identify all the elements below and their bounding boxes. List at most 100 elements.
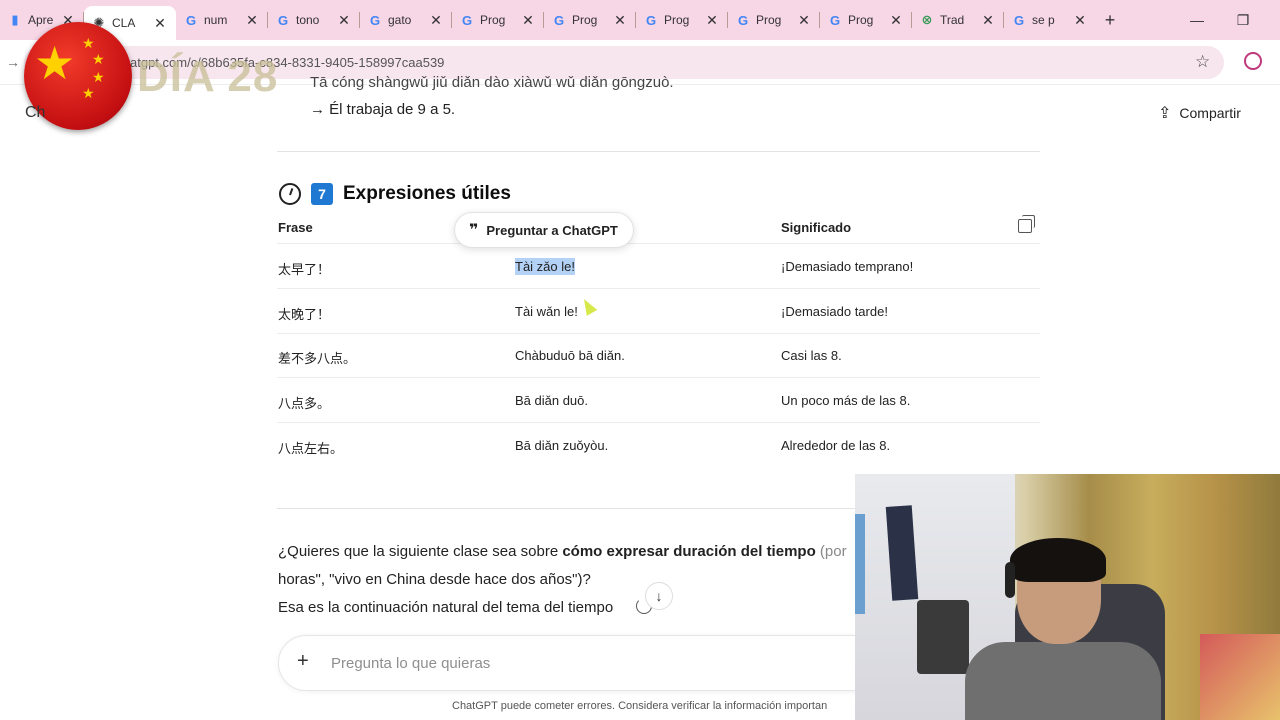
- webcam-overlay: [855, 474, 1280, 720]
- number-badge: 7: [311, 183, 333, 205]
- translate-icon: ⊗: [921, 12, 933, 27]
- followup-line-2: horas", "vivo en China desde hace dos añ…: [278, 571, 591, 588]
- profile-icon[interactable]: [1244, 52, 1262, 70]
- header-phrase: Frase: [278, 220, 313, 235]
- day-label: DÍA 28: [137, 52, 279, 101]
- close-icon[interactable]: ✕: [980, 12, 996, 29]
- close-icon[interactable]: ✕: [796, 12, 812, 29]
- quote-icon: ❞: [469, 222, 479, 239]
- table-cell-pinyin: Tài wǎn le!: [515, 304, 578, 319]
- ask-chatgpt-button[interactable]: ❞ Preguntar a ChatGPT: [454, 212, 634, 248]
- section-title: Expresiones útiles: [343, 183, 511, 204]
- tab-10[interactable]: ⊗ Trad ✕: [912, 0, 1004, 40]
- previous-translation: → Él trabaja de 9 a 5.: [310, 101, 456, 118]
- table-cell-meaning: Alrededor de las 8.: [781, 438, 891, 453]
- person-body: [965, 642, 1161, 720]
- disclaimer: ChatGPT puede cometer errores. Considera…: [452, 700, 828, 712]
- close-icon[interactable]: ✕: [152, 15, 168, 32]
- share-button[interactable]: ⇪ Compartir: [1158, 103, 1241, 123]
- close-icon[interactable]: ✕: [612, 12, 628, 29]
- google-icon: G: [737, 12, 749, 28]
- minimize-icon[interactable]: —: [1174, 0, 1220, 40]
- google-icon: G: [553, 12, 565, 28]
- scroll-down-button[interactable]: ↓: [645, 582, 673, 610]
- section-heading: 7 Expresiones útiles: [279, 183, 511, 205]
- row-divider: [277, 422, 1040, 423]
- followup-text: (por: [815, 543, 847, 560]
- composer-placeholder[interactable]: Pregunta lo que quieras: [331, 655, 490, 672]
- tab-2[interactable]: G num ✕: [176, 0, 268, 40]
- table-cell-pinyin: Tài zǎo le!: [515, 258, 575, 275]
- close-icon[interactable]: ✕: [888, 12, 904, 29]
- row-divider: [277, 333, 1040, 334]
- tab-title: Prog: [664, 13, 690, 27]
- table-cell-phrase: 八点左右。: [278, 441, 344, 456]
- table-cell-phrase: 差不多八点。: [278, 351, 357, 366]
- tab-title: Apre: [28, 13, 54, 27]
- share-label: Compartir: [1179, 105, 1241, 121]
- tab-11[interactable]: G se p ✕: [1004, 0, 1096, 40]
- close-icon[interactable]: ✕: [704, 12, 720, 29]
- row-divider: [277, 377, 1040, 378]
- mouse-cursor-icon: [578, 296, 598, 316]
- google-icon: G: [369, 12, 381, 28]
- close-icon[interactable]: ✕: [336, 12, 352, 29]
- google-icon: G: [277, 12, 289, 28]
- tab-title: Prog: [756, 13, 782, 27]
- sidebar-fragment: Ch: [25, 104, 46, 121]
- tab-9[interactable]: G Prog ✕: [820, 0, 912, 40]
- restore-icon[interactable]: ❐: [1220, 0, 1266, 40]
- tab-title: tono: [296, 13, 320, 27]
- close-icon[interactable]: ✕: [244, 12, 260, 29]
- poster: [855, 514, 865, 614]
- google-icon: G: [185, 12, 197, 28]
- bed: [1200, 634, 1280, 720]
- followup-text: ¿Quieres que la siguiente clase sea sobr…: [278, 543, 563, 560]
- table-cell-meaning: Un poco más de las 8.: [781, 393, 911, 408]
- close-icon[interactable]: ✕: [428, 12, 444, 29]
- selected-text: Tài zǎo le!: [515, 258, 575, 275]
- table-cell-pinyin: Bā diǎn zuǒyòu.: [515, 438, 609, 453]
- tab-3[interactable]: G tono ✕: [268, 0, 360, 40]
- close-icon[interactable]: ✕: [1072, 12, 1088, 29]
- table-cell-pinyin: Chàbuduō bā diǎn.: [515, 348, 625, 363]
- table-header-line: [277, 243, 1040, 244]
- google-icon: G: [461, 12, 473, 28]
- forward-arrow-icon[interactable]: →: [6, 54, 20, 70]
- tab-title: num: [204, 13, 228, 27]
- copy-icon[interactable]: [1018, 215, 1035, 233]
- tab-4[interactable]: G gato ✕: [360, 0, 452, 40]
- headset: [1005, 562, 1015, 598]
- tab-title: Prog: [848, 13, 874, 27]
- doc-icon: ▮: [11, 12, 19, 27]
- tab-title: Prog: [480, 13, 506, 27]
- table-cell-phrase: 太早了！: [278, 262, 331, 277]
- google-icon: G: [1013, 12, 1025, 28]
- ask-chatgpt-label: Preguntar a ChatGPT: [486, 222, 618, 238]
- table-cell-meaning: ¡Demasiado tarde!: [781, 304, 888, 319]
- table-cell-phrase: 八点多。: [278, 396, 331, 411]
- followup-bold: cómo expresar duración del tiempo: [562, 543, 816, 560]
- previous-pinyin-line: Tā cóng shàngwǔ jiǔ diǎn dào xiàwǔ wǔ di…: [310, 74, 674, 91]
- tab-8[interactable]: G Prog ✕: [728, 0, 820, 40]
- tab-title: Trad: [940, 13, 965, 27]
- tab-7[interactable]: G Prog ✕: [636, 0, 728, 40]
- table-cell-meaning: ¡Demasiado temprano!: [781, 259, 914, 274]
- bookmark-star-icon[interactable]: ☆: [1195, 52, 1210, 72]
- person-hair: [1010, 538, 1106, 582]
- tab-title: Prog: [572, 13, 598, 27]
- tab-5[interactable]: G Prog ✕: [452, 0, 544, 40]
- plus-icon[interactable]: +: [297, 650, 309, 673]
- google-icon: G: [829, 12, 841, 28]
- prompt-composer[interactable]: + Pregunta lo que quieras: [278, 635, 898, 691]
- tab-6[interactable]: G Prog ✕: [544, 0, 636, 40]
- close-icon[interactable]: ✕: [520, 12, 536, 29]
- followup-line-3: Esa es la continuación natural del tema …: [278, 599, 614, 616]
- divider: [277, 151, 1040, 152]
- tab-title: se p: [1032, 13, 1055, 27]
- tab-title: gato: [388, 13, 412, 27]
- coffee-machine: [917, 600, 969, 674]
- tab-strip: ▮ Apre ✕ ✺ CLA ✕ G num ✕ G tono ✕ G gato…: [0, 0, 1280, 40]
- new-tab-button[interactable]: +: [1096, 10, 1124, 31]
- clock-icon: [279, 183, 301, 205]
